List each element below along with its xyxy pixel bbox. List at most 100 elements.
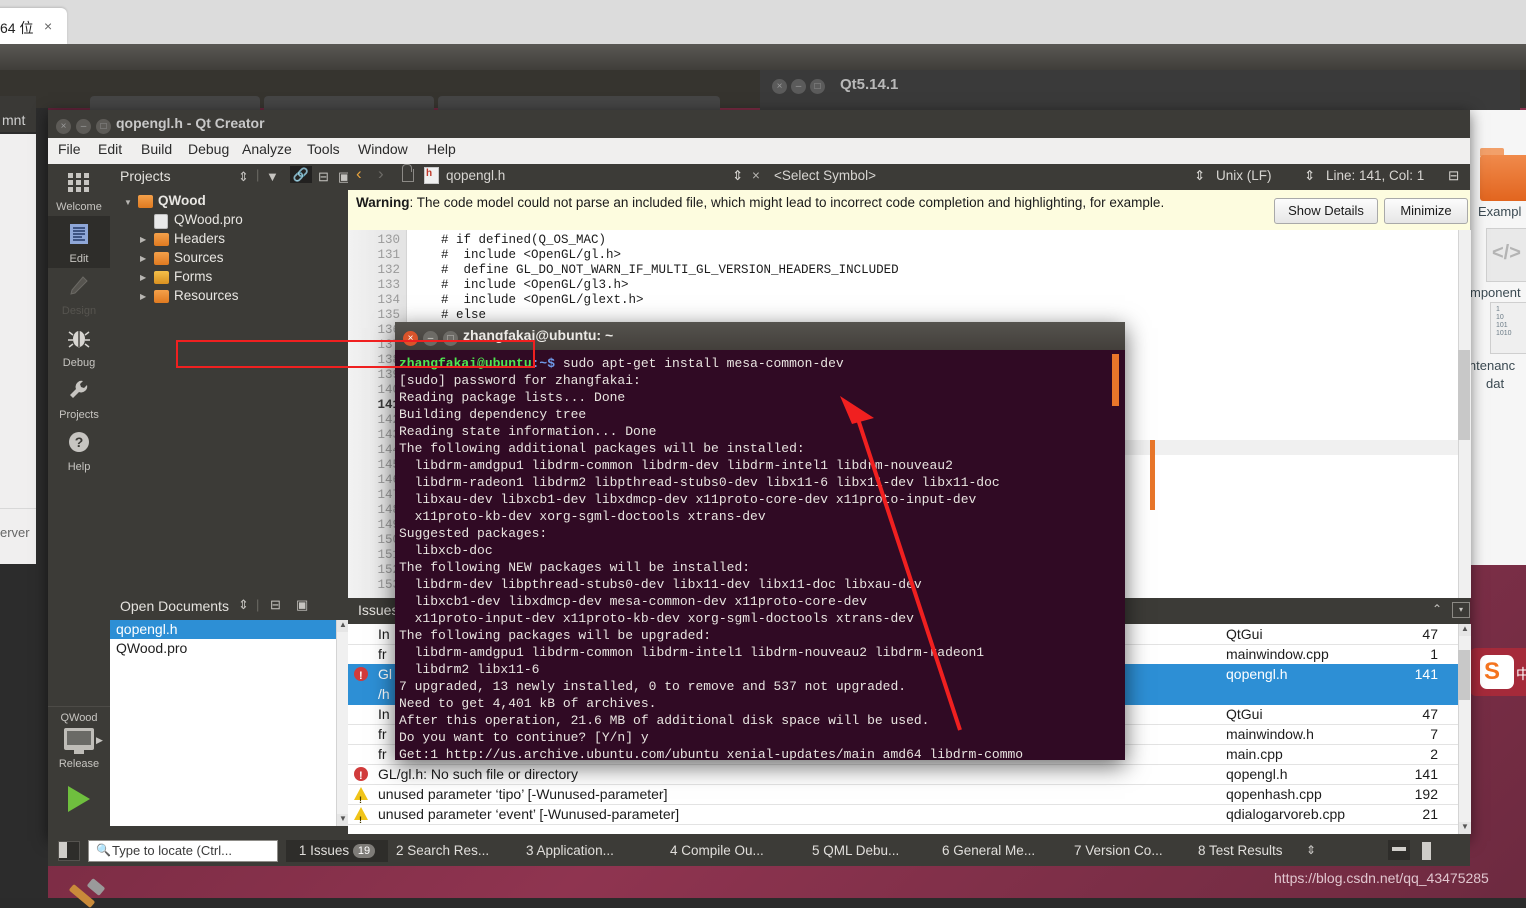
split-icon[interactable]: ⊟ (318, 169, 329, 185)
sidebar-item-design[interactable]: Design (48, 268, 110, 320)
scroll-up-icon[interactable]: ▲ (1459, 624, 1471, 636)
bg-tab[interactable] (264, 96, 434, 110)
menu-help[interactable]: Help (427, 141, 456, 157)
sidebar-item-edit[interactable]: Edit (48, 216, 110, 268)
minimize-icon[interactable]: – (791, 79, 806, 94)
terminal-line: libxcb1-dev libxdmcp-dev mesa-common-dev… (399, 594, 868, 609)
editor-filename[interactable]: qopengl.h (446, 168, 505, 183)
grid-icon (48, 170, 110, 196)
terminal-line: After this operation, 21.6 MB of additio… (399, 713, 930, 728)
sources-folder-icon (154, 252, 169, 265)
window-controls[interactable]: × – □ (56, 117, 116, 134)
chevron-right-icon[interactable]: ▶ (140, 235, 146, 244)
symbol-selector[interactable]: <Select Symbol> (774, 168, 876, 183)
nav-forward-icon[interactable]: › (378, 164, 384, 184)
minimize-button[interactable]: Minimize (1384, 198, 1468, 224)
tab-search-results[interactable]: 2 Search Res... (396, 840, 489, 862)
tree-item-qwood[interactable]: ▼ QWood (110, 192, 348, 211)
file-dropdown-icon[interactable]: ⇕ (732, 168, 743, 184)
tree-item-qwood-pro[interactable]: QWood.pro (110, 211, 348, 230)
sogou-mode-label[interactable]: 中 (1516, 664, 1526, 684)
collapse-icon[interactable]: ⌃ (1432, 602, 1442, 616)
tab-number: 5 (812, 843, 820, 858)
tab-test-results[interactable]: 8 Test Results (1198, 840, 1283, 862)
minimize-icon[interactable]: – (76, 119, 91, 134)
run-button[interactable] (68, 786, 90, 812)
maintenance-label-2: dat (1486, 376, 1505, 391)
terminal-scrollbar[interactable] (1112, 350, 1119, 760)
sort-icon[interactable]: ⇕ (238, 169, 249, 185)
menu-tools[interactable]: Tools (307, 141, 340, 157)
bg-tab[interactable] (90, 96, 260, 110)
qt-window-controls[interactable]: × – □ (772, 77, 829, 94)
tree-item-resources[interactable]: ▶ Resources (110, 287, 348, 306)
table-row[interactable]: unused parameter ‘tipo’ [-Wunused-parame… (348, 784, 1458, 810)
maximize-icon[interactable]: □ (810, 79, 825, 94)
line-ending-dropdown-icon[interactable]: ⇕ (1194, 168, 1205, 184)
table-row[interactable]: GL/gl.h: No such file or directory qopen… (348, 764, 1458, 786)
list-item[interactable]: qopengl.h (110, 620, 336, 639)
close-icon[interactable]: × (56, 119, 71, 134)
menu-build[interactable]: Build (141, 141, 172, 157)
tree-item-sources[interactable]: ▶ Sources (110, 249, 348, 268)
split-editor-icon[interactable]: ⊟ (1448, 168, 1459, 184)
output-pane-dropdown-icon[interactable]: ⇕ (1306, 843, 1316, 857)
tab-compile-output[interactable]: 4 Compile Ou... (670, 840, 764, 862)
tab-qml-debugger[interactable]: 5 QML Debu... (812, 840, 899, 862)
h-file-glyph: h (426, 168, 433, 179)
chevron-right-icon[interactable]: ▶ (140, 254, 146, 263)
tab-version-control[interactable]: 7 Version Co... (1074, 840, 1163, 862)
show-details-button[interactable]: Show Details (1274, 198, 1378, 224)
menu-file[interactable]: File (58, 141, 81, 157)
menu-edit[interactable]: Edit (98, 141, 122, 157)
issue-line: 141 (1414, 766, 1438, 782)
issues-scrollbar-thumb[interactable] (1458, 650, 1470, 700)
editor-scrollbar-thumb[interactable] (1458, 350, 1470, 440)
chevron-right-icon[interactable]: ▶ (140, 292, 146, 301)
scroll-down-icon[interactable]: ▼ (1459, 822, 1471, 834)
terminal-line: libdrm-radeon1 libdrm2 libpthread-stubs0… (399, 475, 1000, 490)
menu-debug[interactable]: Debug (188, 141, 229, 157)
terminal-scrollbar-thumb[interactable] (1112, 354, 1119, 406)
chevron-down-icon[interactable]: ▼ (124, 198, 132, 207)
chevron-right-icon[interactable]: ▶ (140, 273, 146, 282)
tab-general-messages[interactable]: 6 General Me... (942, 840, 1035, 862)
bg-tab[interactable] (438, 96, 720, 110)
watermark: https://blog.csdn.net/qq_43475285 (1274, 870, 1489, 886)
examples-folder-icon[interactable] (1480, 155, 1526, 201)
sort-icon[interactable]: ⇕ (238, 597, 249, 613)
tab-issues[interactable]: 1 Issues 19 (286, 840, 388, 862)
terminal-output[interactable]: zhangfakai@ubuntu:~$ sudo apt-get instal… (395, 350, 1125, 760)
maximize-icon[interactable]: □ (96, 119, 111, 134)
sidebar-item-help[interactable]: ? Help (48, 424, 110, 476)
browser-tab-label: 64 位 (0, 20, 34, 36)
sidebar-item-debug[interactable]: Debug (48, 320, 110, 372)
nav-back-icon[interactable]: ‹ (356, 164, 362, 184)
menu-window[interactable]: Window (358, 141, 408, 157)
tab-label: Version Co... (1085, 843, 1163, 858)
split-icon[interactable]: ⊟ (270, 597, 281, 613)
open-documents-list[interactable]: qopengl.h QWood.pro (110, 620, 336, 826)
chevron-right-icon[interactable]: ▶ (96, 735, 103, 746)
close-panel-icon[interactable]: ▣ (296, 597, 308, 613)
tree-item-forms[interactable]: ▶ Forms (110, 268, 348, 287)
tab-application-output[interactable]: 3 Application... (526, 840, 614, 862)
line-ending-selector[interactable]: Unix (LF) (1216, 168, 1272, 183)
close-icon[interactable]: × (772, 79, 787, 94)
terminal-window[interactable]: × – □ zhangfakai@ubuntu: ~ zhangfakai@ubun… (395, 322, 1125, 760)
project-tree[interactable]: ▼ QWood QWood.pro ▶ Headers ▶ Sources ▶ … (110, 190, 348, 594)
panel-menu-icon[interactable]: ▾ (1452, 602, 1470, 618)
wrench-icon (48, 378, 110, 404)
cursor-dropdown-icon[interactable]: ⇕ (1304, 168, 1315, 184)
close-editor-icon[interactable]: × (752, 168, 760, 183)
menu-analyze[interactable]: Analyze (242, 141, 292, 157)
close-icon[interactable]: × (44, 18, 52, 34)
sidebar-item-welcome[interactable]: Welcome (48, 164, 110, 216)
sidebar-item-projects[interactable]: Projects (48, 372, 110, 424)
tree-item-headers[interactable]: ▶ Headers (110, 230, 348, 249)
table-row[interactable]: unused parameter ‘event’ [-Wunused-param… (348, 804, 1458, 830)
terminal-line: Reading state information... Done (399, 424, 657, 439)
list-item[interactable]: QWood.pro (110, 639, 336, 658)
filter-icon[interactable]: ▼ (266, 169, 279, 184)
link-icon[interactable]: 🔗 (290, 166, 312, 183)
